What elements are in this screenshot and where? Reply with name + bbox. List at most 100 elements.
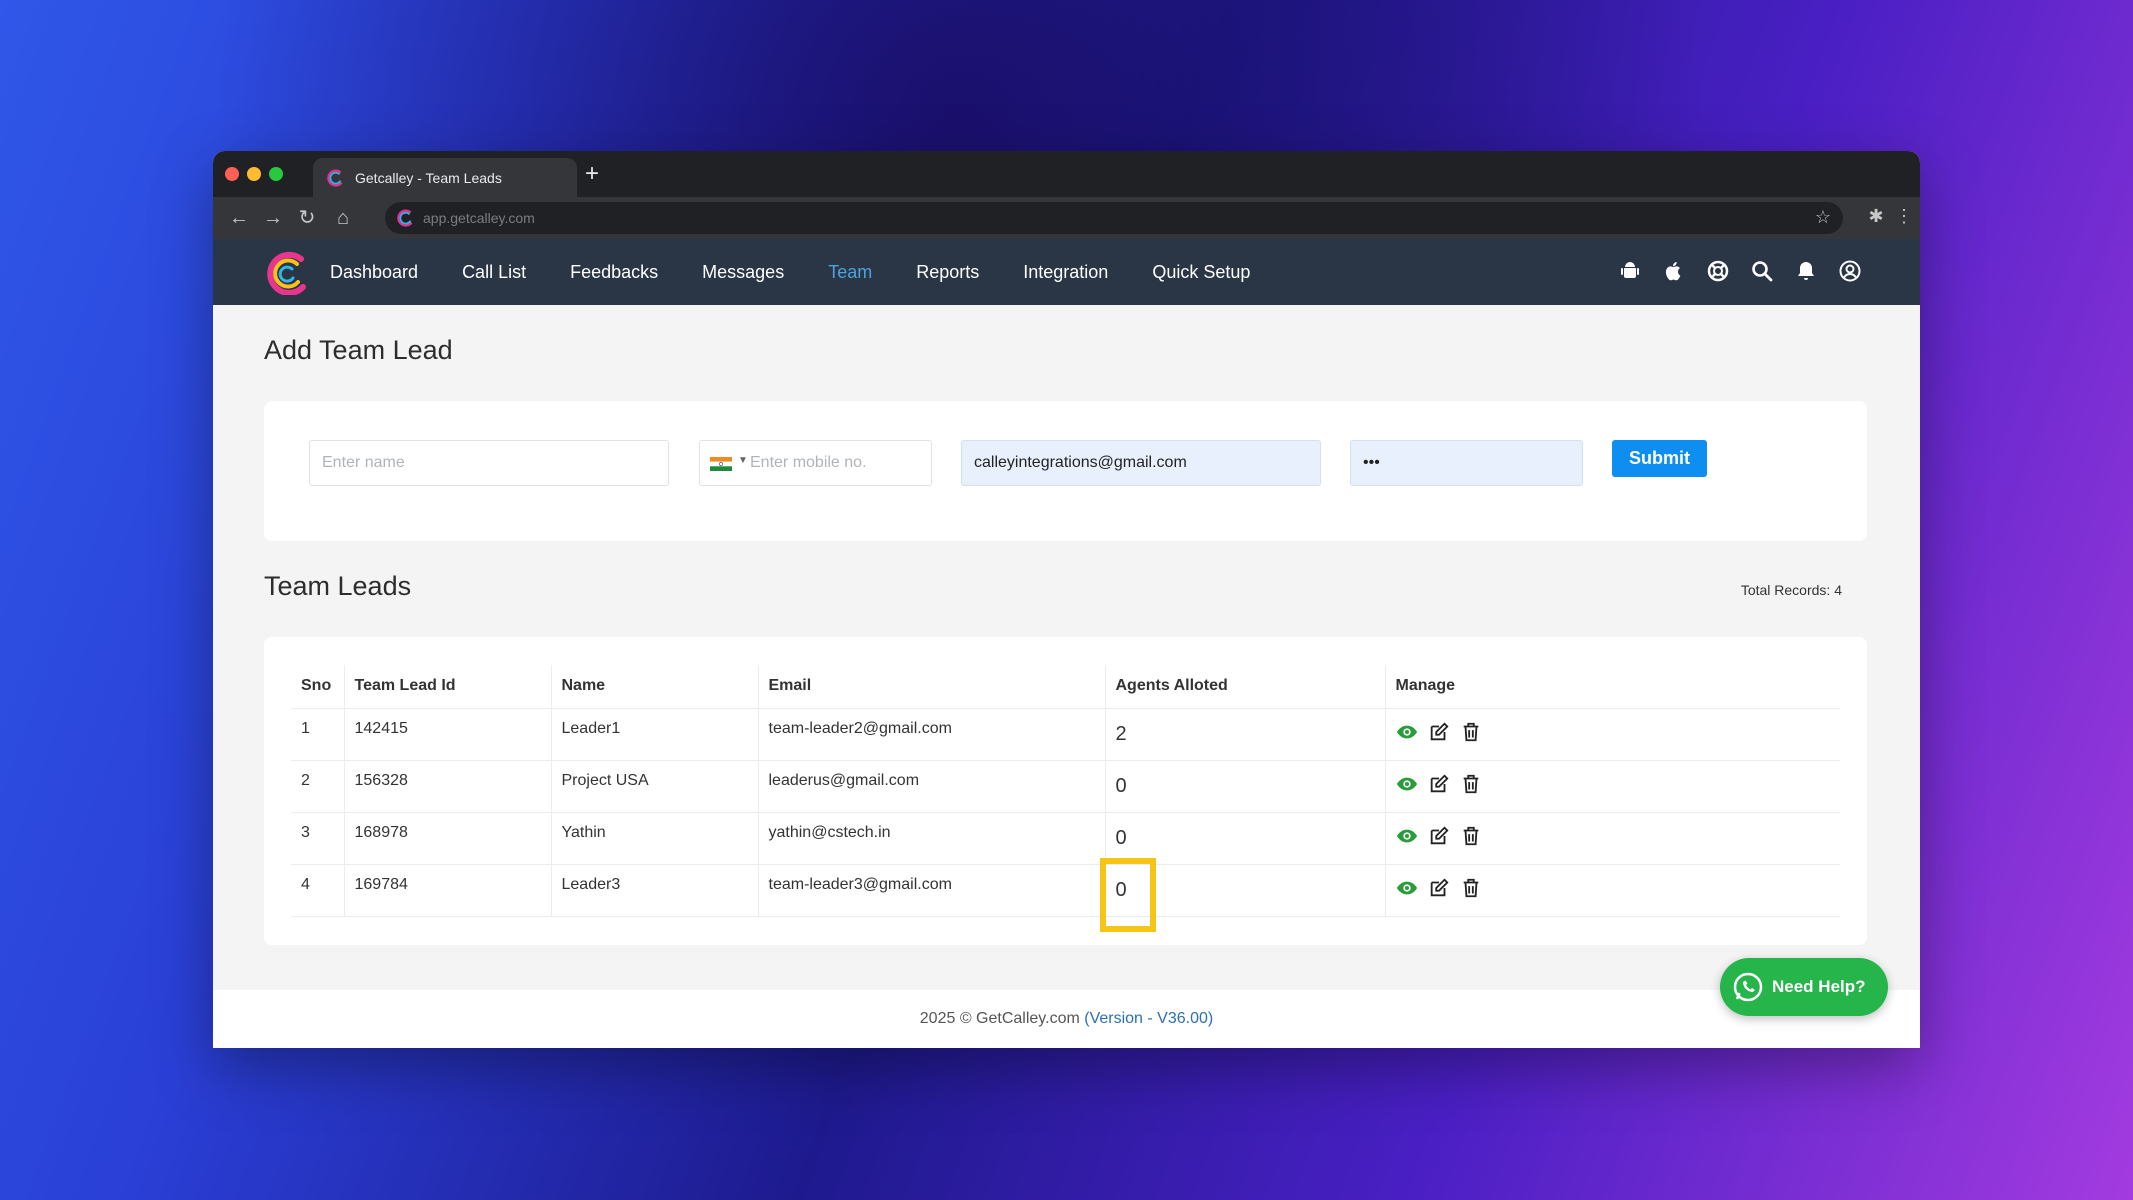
nav-call-list[interactable]: Call List — [462, 262, 526, 283]
agents-count: 0 — [1115, 826, 1127, 849]
cell-name: Yathin — [551, 812, 759, 865]
delete-trash-icon[interactable] — [1460, 825, 1482, 847]
cell-email: leaderus@gmail.com — [758, 760, 1106, 813]
nav-dashboard[interactable]: Dashboard — [330, 262, 418, 283]
view-eye-icon[interactable] — [1396, 877, 1418, 899]
delete-trash-icon[interactable] — [1460, 877, 1482, 899]
nav-quick-setup[interactable]: Quick Setup — [1152, 262, 1250, 283]
search-icon[interactable] — [1750, 259, 1774, 283]
view-eye-icon[interactable] — [1396, 721, 1418, 743]
edit-icon[interactable] — [1428, 877, 1450, 899]
user-icon[interactable] — [1838, 259, 1862, 283]
site-favicon-icon — [397, 209, 413, 227]
view-eye-icon[interactable] — [1396, 773, 1418, 795]
edit-icon[interactable] — [1428, 825, 1450, 847]
col-team-lead-id: Team Lead Id — [344, 665, 552, 709]
highlight-box — [1099, 857, 1156, 932]
bookmark-star-icon[interactable]: ☆ — [1815, 207, 1831, 228]
tab-strip: Getcalley - Team Leads + — [213, 151, 1920, 197]
url-text: app.getcalley.com — [423, 210, 535, 226]
new-tab-button[interactable]: + — [577, 159, 607, 189]
col-email: Email — [758, 665, 1106, 709]
agents-count: 2 — [1115, 722, 1127, 745]
mobile-input[interactable] — [750, 441, 930, 485]
url-bar[interactable]: app.getcalley.com ☆ — [385, 202, 1843, 234]
cell-team-lead-id: 168978 — [344, 812, 552, 865]
cell-name: Leader1 — [551, 708, 759, 761]
nav-feedbacks[interactable]: Feedbacks — [570, 262, 658, 283]
app-navbar: Dashboard Call List Feedbacks Messages T… — [213, 239, 1920, 305]
bell-icon[interactable] — [1794, 259, 1818, 283]
main-nav: Dashboard Call List Feedbacks Messages T… — [330, 239, 1294, 305]
cell-email: team-leader3@gmail.com — [758, 864, 1106, 917]
minimize-window-button[interactable] — [247, 167, 261, 181]
agents-count: 0 — [1115, 774, 1127, 797]
menu-dots-icon[interactable]: ⋮ — [1893, 206, 1915, 230]
table-row: 3 168978 Yathin yathin@cstech.in 0 — [291, 812, 1840, 865]
cell-agents-alloted: 0 — [1105, 760, 1386, 813]
col-agents-alloted: Agents Alloted — [1105, 665, 1386, 709]
cell-sno: 1 — [291, 708, 345, 761]
nav-reports[interactable]: Reports — [916, 262, 979, 283]
name-input[interactable] — [309, 440, 669, 486]
cell-team-lead-id: 142415 — [344, 708, 552, 761]
col-sno: Sno — [291, 665, 345, 709]
cell-team-lead-id: 156328 — [344, 760, 552, 813]
edit-icon[interactable] — [1428, 773, 1450, 795]
cell-agents-alloted: 2 — [1105, 708, 1386, 761]
browser-tab[interactable]: Getcalley - Team Leads — [313, 158, 577, 197]
table-header-row: Sno Team Lead Id Name Email Agents Allot… — [291, 665, 1840, 709]
whatsapp-icon — [1733, 972, 1763, 1002]
nav-integration[interactable]: Integration — [1023, 262, 1108, 283]
table-row: 4 169784 Leader3 team-leader3@gmail.com 0 — [291, 857, 1840, 932]
cell-sno: 4 — [291, 864, 345, 917]
browser-window: Getcalley - Team Leads + ← → ↻ ⌂ app.get… — [213, 151, 1920, 1048]
team-leads-card: Sno Team Lead Id Name Email Agents Allot… — [264, 637, 1867, 945]
address-bar-row: ← → ↻ ⌂ app.getcalley.com ☆ ✱ ⋮ — [213, 197, 1920, 239]
getcalley-logo[interactable] — [263, 251, 309, 295]
cell-manage — [1385, 708, 1840, 761]
cell-agents-alloted: 0 — [1099, 857, 1386, 932]
delete-trash-icon[interactable] — [1460, 773, 1482, 795]
delete-trash-icon[interactable] — [1460, 721, 1482, 743]
close-window-button[interactable] — [225, 167, 239, 181]
nav-messages[interactable]: Messages — [702, 262, 784, 283]
edit-icon[interactable] — [1428, 721, 1450, 743]
forward-arrow-icon[interactable]: → — [261, 206, 285, 230]
footer-version-link[interactable]: (Version - V36.00) — [1084, 1010, 1213, 1027]
cell-manage — [1385, 760, 1840, 813]
cell-name: Leader3 — [551, 864, 759, 917]
footer: 2025 © GetCalley.com (Version - V36.00) — [213, 990, 1920, 1048]
page-content: Add Team Lead ▼ Submit Team Leads Total … — [213, 305, 1920, 990]
total-records: Total Records: 4 — [1740, 582, 1842, 598]
mobile-field[interactable]: ▼ — [699, 440, 932, 486]
cell-agents-alloted: 0 — [1105, 812, 1386, 865]
country-dropdown-caret-icon[interactable]: ▼ — [738, 455, 748, 466]
reload-icon[interactable]: ↻ — [295, 206, 319, 230]
submit-button[interactable]: Submit — [1612, 440, 1707, 477]
cell-manage — [1385, 812, 1840, 865]
back-arrow-icon[interactable]: ← — [227, 206, 251, 230]
cell-email: yathin@cstech.in — [758, 812, 1106, 865]
col-name: Name — [551, 665, 759, 709]
android-icon[interactable] — [1618, 259, 1642, 283]
nav-team[interactable]: Team — [828, 262, 872, 283]
col-manage: Manage — [1385, 665, 1840, 709]
cell-team-lead-id: 169784 — [344, 864, 552, 917]
india-flag-icon[interactable] — [710, 457, 732, 471]
nav-icon-group — [1618, 259, 1862, 283]
getcalley-favicon-icon — [327, 169, 343, 187]
apple-icon[interactable] — [1662, 259, 1686, 283]
team-leads-table: Sno Team Lead Id Name Email Agents Allot… — [291, 665, 1840, 932]
cell-sno: 3 — [291, 812, 345, 865]
add-team-lead-form: ▼ Submit — [264, 401, 1867, 541]
extensions-icon[interactable]: ✱ — [1865, 206, 1887, 230]
help-lifebuoy-icon[interactable] — [1706, 259, 1730, 283]
maximize-window-button[interactable] — [269, 167, 283, 181]
tab-title: Getcalley - Team Leads — [355, 169, 502, 186]
view-eye-icon[interactable] — [1396, 825, 1418, 847]
home-icon[interactable]: ⌂ — [331, 206, 355, 230]
email-input[interactable] — [961, 440, 1321, 486]
need-help-button[interactable]: Need Help? — [1720, 958, 1888, 1016]
password-input[interactable] — [1350, 440, 1583, 486]
